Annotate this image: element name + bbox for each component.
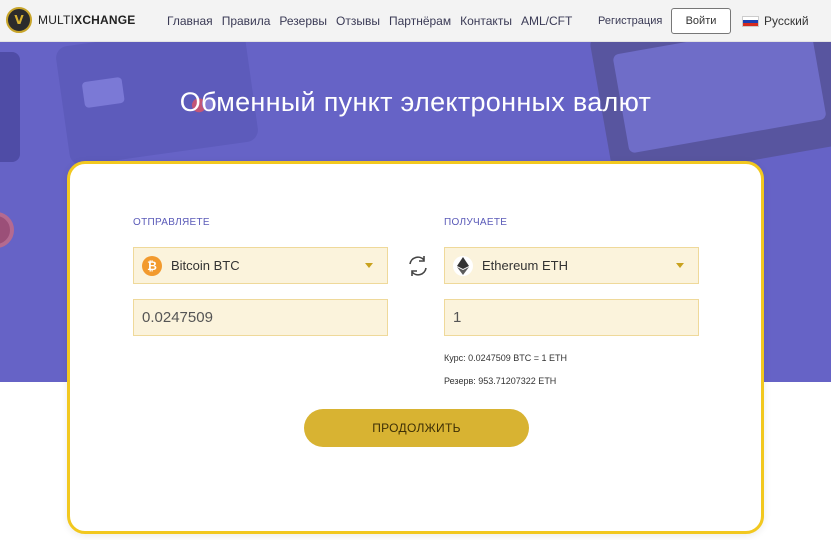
language-selector[interactable]: Русский — [742, 14, 809, 28]
nav-link-reviews[interactable]: Отзывы — [336, 14, 380, 28]
nav-link-rules[interactable]: Правила — [222, 14, 271, 28]
nav-link-reserves[interactable]: Резервы — [279, 14, 327, 28]
logo-mark: V — [6, 7, 32, 33]
nav-link-partners[interactable]: Партнёрам — [389, 14, 451, 28]
hero-title: Обменный пункт электронных валют — [179, 87, 652, 117]
swap-icon[interactable] — [405, 253, 431, 279]
receive-currency-label: Ethereum ETH — [482, 258, 568, 273]
coin-illustration — [0, 212, 14, 248]
exchange-rate: Курс: 0.0247509 BTC = 1 ETH — [444, 353, 567, 363]
russia-flag-icon — [742, 15, 759, 27]
receive-currency-select[interactable]: Ethereum ETH — [444, 247, 699, 284]
main-nav: Главная Правила Резервы Отзывы Партнёрам… — [167, 14, 581, 28]
reserve-amount: Резерв: 953.71207322 ETH — [444, 376, 557, 386]
site-header: V MULTIXCHANGE Главная Правила Резервы О… — [0, 0, 831, 42]
ethereum-icon — [453, 255, 473, 276]
chevron-down-icon — [365, 263, 373, 268]
nav-link-aml-cft[interactable]: AML/CFT — [521, 14, 572, 28]
nav-link-home[interactable]: Главная — [167, 14, 213, 28]
register-link[interactable]: Регистрация — [598, 15, 662, 27]
continue-button[interactable]: ПРОДОЛЖИТЬ — [304, 409, 529, 447]
bitcoin-icon: ₿ — [142, 255, 162, 276]
logo-text: MULTIXCHANGE — [38, 13, 136, 27]
send-currency-label: Bitcoin BTC — [171, 258, 240, 273]
chevron-down-icon — [676, 263, 684, 268]
send-currency-select[interactable]: ₿ Bitcoin BTC — [133, 247, 388, 284]
receive-label: ПОЛУЧАЕТЕ — [444, 217, 508, 228]
nav-link-contacts[interactable]: Контакты — [460, 14, 512, 28]
receive-amount-input[interactable] — [444, 299, 699, 336]
login-button[interactable]: Войти — [671, 8, 731, 34]
send-amount-input[interactable] — [133, 299, 388, 336]
language-label: Русский — [764, 14, 809, 28]
send-label: ОТПРАВЛЯЕТЕ — [133, 217, 210, 228]
site-logo[interactable]: V MULTIXCHANGE — [6, 7, 136, 33]
exchange-form: ОТПРАВЛЯЕТЕ ПОЛУЧАЕТЕ ₿ Bitcoin BTC Ethe… — [67, 161, 764, 534]
